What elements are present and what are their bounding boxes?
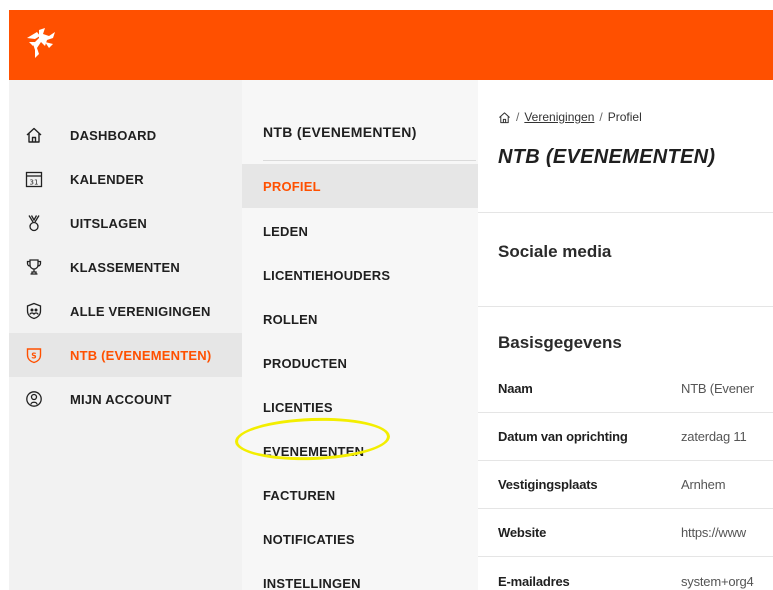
divider — [478, 460, 773, 461]
field-value-e-mailadres[interactable]: system+org4 — [681, 574, 754, 589]
divider — [478, 508, 773, 509]
sidebar-item-kalender[interactable]: 31 KALENDER — [9, 157, 242, 201]
sidebar-item-label: NTB (EVENEMENTEN) — [70, 347, 212, 363]
subnav-item-evenementen[interactable]: EVENEMENTEN — [242, 429, 478, 473]
sidebar-item-alle-verenigingen[interactable]: ALLE VERENIGINGEN — [9, 289, 242, 333]
divider — [478, 306, 773, 307]
divider — [478, 412, 773, 413]
field-value-website[interactable]: https://www — [681, 525, 746, 540]
sidebar-item-label: KALENDER — [70, 171, 144, 187]
field-label-e-mailadres: E-mailadres — [498, 574, 570, 589]
subnav-item-label: LICENTIES — [263, 399, 333, 415]
brand-logo-icon[interactable] — [23, 24, 63, 64]
svg-text:S: S — [31, 352, 36, 361]
breadcrumb: / Verenigingen / Profiel — [498, 110, 642, 124]
group-shield-icon — [25, 302, 43, 320]
medal-icon — [25, 214, 43, 232]
club-shield-icon: S — [25, 346, 43, 364]
main-content: / Verenigingen / Profiel NTB (EVENEMENTE… — [478, 80, 773, 590]
app-window: DASHBOARD 31 KALENDER UITSLAGEN KLASSEME… — [9, 10, 773, 590]
svg-text:31: 31 — [30, 179, 39, 187]
divider — [478, 212, 773, 213]
breadcrumb-link-verenigingen[interactable]: Verenigingen — [524, 110, 594, 124]
account-icon — [25, 390, 43, 408]
field-value-vestigingsplaats: Arnhem — [681, 477, 726, 492]
divider — [478, 556, 773, 557]
subnav-item-label: INSTELLINGEN — [263, 575, 361, 590]
field-value-naam: NTB (Evener — [681, 381, 754, 396]
sidebar-item-uitslagen[interactable]: UITSLAGEN — [9, 201, 242, 245]
subnav-item-facturen[interactable]: FACTUREN — [242, 473, 478, 517]
field-label-vestigingsplaats: Vestigingsplaats — [498, 477, 598, 492]
subnav-item-licenties[interactable]: LICENTIES — [242, 385, 478, 429]
subnav-item-label: NOTIFICATIES — [263, 531, 355, 547]
page-title: NTB (EVENEMENTEN) — [498, 146, 716, 168]
subnav-item-label: LICENTIEHOUDERS — [263, 267, 391, 283]
field-label-datum-van-oprichting: Datum van oprichting — [498, 429, 628, 444]
calendar-icon: 31 — [25, 170, 43, 188]
subnav-item-licentiehouders[interactable]: LICENTIEHOUDERS — [242, 253, 478, 297]
subnav-divider — [263, 160, 476, 161]
subnav-item-profiel[interactable]: PROFIEL — [242, 164, 478, 208]
sidebar-item-dashboard[interactable]: DASHBOARD — [9, 113, 242, 157]
sidebar-item-label: ALLE VERENIGINGEN — [70, 303, 211, 319]
section-title-sociale-media: Sociale media — [498, 242, 612, 261]
sidebar-item-label: KLASSEMENTEN — [70, 259, 181, 275]
subnav-item-label: ROLLEN — [263, 311, 318, 327]
trophy-icon — [25, 258, 43, 276]
section-title-basisgegevens: Basisgegevens — [498, 333, 622, 352]
breadcrumb-separator: / — [599, 110, 603, 124]
subnav-item-notificaties[interactable]: NOTIFICATIES — [242, 517, 478, 561]
breadcrumb-current: Profiel — [607, 110, 642, 124]
subnav-item-label: LEDEN — [263, 223, 309, 239]
sidebar-item-mijn-account[interactable]: MIJN ACCOUNT — [9, 377, 242, 421]
sidebar-item-label: MIJN ACCOUNT — [70, 391, 172, 407]
sidebar-item-label: DASHBOARD — [70, 127, 157, 143]
field-label-website: Website — [498, 525, 547, 540]
club-subnav: NTB (EVENEMENTEN) PROFIEL LEDEN LICENTIE… — [242, 80, 478, 590]
sidebar-item-ntb-evenementen[interactable]: S NTB (EVENEMENTEN) — [9, 333, 242, 377]
subnav-item-instellingen[interactable]: INSTELLINGEN — [242, 561, 478, 590]
field-value-datum-van-oprichting: zaterdag 11 — [681, 429, 747, 444]
breadcrumb-separator: / — [516, 110, 520, 124]
sidebar-item-klassementen[interactable]: KLASSEMENTEN — [9, 245, 242, 289]
home-icon[interactable] — [498, 111, 511, 124]
home-icon — [25, 126, 43, 144]
subnav-item-producten[interactable]: PRODUCTEN — [242, 341, 478, 385]
field-label-naam: Naam — [498, 381, 533, 396]
main-sidebar: DASHBOARD 31 KALENDER UITSLAGEN KLASSEME… — [9, 80, 242, 590]
subnav-item-label: FACTUREN — [263, 487, 336, 503]
subnav-item-label: EVENEMENTEN — [263, 443, 365, 459]
top-bar — [9, 10, 773, 80]
subnav-item-label: PRODUCTEN — [263, 355, 348, 371]
sidebar-item-label: UITSLAGEN — [70, 215, 147, 231]
subnav-item-leden[interactable]: LEDEN — [242, 209, 478, 253]
subnav-item-label: PROFIEL — [263, 178, 321, 194]
subnav-title: NTB (EVENEMENTEN) — [263, 124, 417, 140]
subnav-item-rollen[interactable]: ROLLEN — [242, 297, 478, 341]
